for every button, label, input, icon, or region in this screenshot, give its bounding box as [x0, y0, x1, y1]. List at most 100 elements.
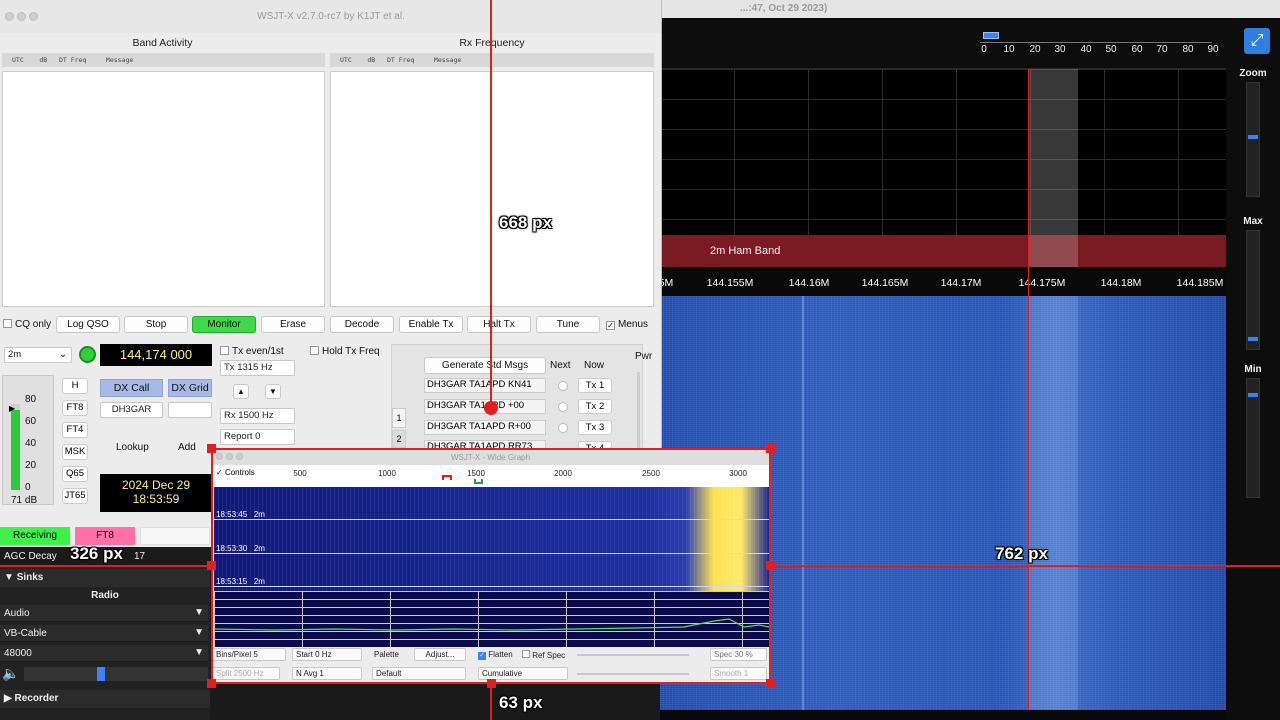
zoom-handle[interactable]: [1248, 135, 1258, 139]
resize-handle-icon[interactable]: [207, 679, 216, 688]
wide-graph-spectrum[interactable]: [214, 591, 769, 647]
min-slider[interactable]: [1246, 378, 1260, 498]
mode-button-jt65[interactable]: JT65: [62, 488, 88, 504]
zoom-icon[interactable]: [236, 453, 243, 460]
freq-tick: 144.165M: [861, 277, 909, 289]
tx1-radio[interactable]: [558, 381, 568, 391]
palette-select[interactable]: Default: [372, 667, 466, 680]
cq-only-checkbox[interactable]: CQ only: [3, 319, 51, 330]
wide-graph-axis[interactable]: ✓ Controls 500 1000 1500 2000 2500 3000: [212, 465, 769, 487]
arrow-down-icon[interactable]: ▼: [265, 384, 281, 399]
max-label: Max: [1243, 216, 1263, 227]
hold-tx-checkbox[interactable]: Hold Tx Freq: [310, 346, 380, 357]
resize-handle-icon[interactable]: [207, 561, 216, 570]
zoom-slider[interactable]: [1246, 82, 1260, 197]
tune-button[interactable]: Tune: [536, 316, 600, 333]
spec-percent-spinbox[interactable]: Spec 30 %: [710, 648, 767, 661]
generate-std-msgs-button[interactable]: Generate Std Msgs: [424, 357, 546, 374]
tx-even-checkbox[interactable]: Tx even/1st: [220, 346, 284, 357]
menus-checkbox[interactable]: ✓ Menus: [606, 319, 648, 330]
arrow-up-icon[interactable]: ▲: [233, 384, 249, 399]
wide-graph-title: WSJT-X - Wide Graph: [450, 453, 531, 462]
sample-rate-select[interactable]: 48000 ▼: [0, 645, 208, 662]
halt-tx-button[interactable]: Halt Tx: [467, 316, 531, 333]
flatten-checkbox[interactable]: ✓ Flatten: [478, 650, 513, 660]
n-avg-spinbox[interactable]: N Avg 1: [292, 667, 362, 680]
resize-handle-icon[interactable]: [766, 679, 775, 688]
resize-handle-icon[interactable]: [766, 561, 775, 570]
split-hz-spinbox[interactable]: Split 2500 Hz: [212, 667, 280, 680]
tx1-message[interactable]: DH3GAR TA1APD KN41: [424, 378, 546, 393]
tx2-radio[interactable]: [558, 402, 568, 412]
log-qso-button[interactable]: Log QSO: [56, 316, 120, 333]
lookup-button[interactable]: Lookup: [116, 442, 149, 453]
report-spinbox[interactable]: Report 0: [220, 429, 295, 445]
sinks-header[interactable]: ▼ Sinks: [0, 569, 210, 587]
stop-button[interactable]: Stop: [124, 316, 188, 333]
erase-button[interactable]: Erase: [261, 316, 325, 333]
adjust-button[interactable]: Adjust...: [414, 648, 466, 661]
vfo-cursor-line[interactable]: [1028, 70, 1029, 710]
dx-call-button[interactable]: DX Call: [100, 379, 163, 397]
dx-call-field[interactable]: DH3GAR: [100, 402, 163, 418]
tx3-message[interactable]: DH3GAR TA1APD R+00: [424, 420, 546, 435]
sink-type-select[interactable]: Audio ▼: [0, 605, 208, 622]
audio-device-select[interactable]: VB-Cable ▼: [0, 625, 208, 642]
resize-handle-icon[interactable]: [207, 444, 216, 453]
zero-slider[interactable]: [577, 673, 689, 675]
tx1-button[interactable]: Tx 1: [578, 378, 612, 393]
tab-2[interactable]: 2: [392, 430, 406, 448]
add-button[interactable]: Add: [178, 442, 196, 453]
agc-decay-label: AGC Decay: [4, 551, 57, 562]
sdr-slider-panel: Zoom Max Min: [1226, 68, 1280, 720]
zoom-scale[interactable]: 0 10 20 30 40 50 60 70 80 90: [980, 32, 1220, 62]
monitor-button[interactable]: Monitor: [192, 316, 256, 333]
waterfall-trace: [802, 296, 804, 710]
tab-1[interactable]: 1: [392, 408, 406, 428]
volume-slider[interactable]: [24, 667, 208, 681]
close-icon[interactable]: [216, 453, 223, 460]
minimize-icon[interactable]: [226, 453, 233, 460]
controls-checkbox[interactable]: ✓ Controls: [216, 468, 255, 477]
dx-grid-button[interactable]: DX Grid: [168, 379, 212, 397]
wg-tick: 1000: [378, 469, 396, 478]
enable-tx-button[interactable]: Enable Tx: [399, 316, 463, 333]
resize-handle-icon[interactable]: [766, 444, 775, 453]
mode-button-msk[interactable]: MSK: [62, 444, 88, 460]
gain-slider[interactable]: [577, 654, 689, 656]
tx-marker[interactable]: [442, 475, 452, 480]
status-mode: FT8: [75, 527, 135, 545]
mode-button-ft8[interactable]: FT8: [62, 400, 88, 416]
mode-button-q65[interactable]: Q65: [62, 466, 88, 482]
ref-spec-checkbox[interactable]: Ref Spec: [522, 650, 565, 660]
resize-handle-icon[interactable]: [487, 679, 496, 688]
scale-knob[interactable]: [983, 32, 999, 39]
dx-grid-field[interactable]: [168, 402, 212, 418]
max-handle[interactable]: [1248, 337, 1258, 341]
selected-vfo-band[interactable]: [1028, 69, 1078, 267]
fft-spectrum[interactable]: 2m Ham Band: [660, 68, 1226, 292]
rx-frequency-list[interactable]: [330, 71, 654, 307]
min-handle[interactable]: [1248, 393, 1258, 397]
start-hz-spinbox[interactable]: Start 0 Hz: [292, 648, 362, 661]
recorder-header[interactable]: ▶ Recorder: [0, 690, 210, 708]
band-activity-list[interactable]: [2, 71, 325, 307]
decode-button[interactable]: Decode: [330, 316, 394, 333]
rx-marker[interactable]: [474, 479, 483, 484]
volume-handle[interactable]: [97, 667, 105, 681]
smooth-spinbox[interactable]: Smooth 1: [710, 667, 767, 680]
tx3-radio[interactable]: [558, 423, 568, 433]
tx3-button[interactable]: Tx 3: [578, 420, 612, 435]
band-select[interactable]: 2m ⌄: [4, 347, 72, 363]
mode-button-ft4[interactable]: FT4: [62, 422, 88, 438]
speaker-icon[interactable]: 🔈: [2, 665, 19, 682]
mode-button-h[interactable]: H: [62, 378, 88, 394]
max-slider[interactable]: [1246, 230, 1260, 350]
wide-graph-waterfall[interactable]: 18:53:45 2m 18:53:30 2m 18:53:15 2m: [214, 487, 769, 591]
expand-icon[interactable]: ⤢: [1244, 28, 1270, 54]
tx2-button[interactable]: Tx 2: [578, 399, 612, 414]
rx-freq-spinbox[interactable]: Rx 1500 Hz: [220, 408, 295, 424]
bins-per-pixel-spinbox[interactable]: Bins/Pixel 5: [212, 648, 286, 661]
pwr-slider[interactable]: [637, 372, 640, 448]
tx-freq-spinbox[interactable]: Tx 1315 Hz: [220, 360, 295, 376]
